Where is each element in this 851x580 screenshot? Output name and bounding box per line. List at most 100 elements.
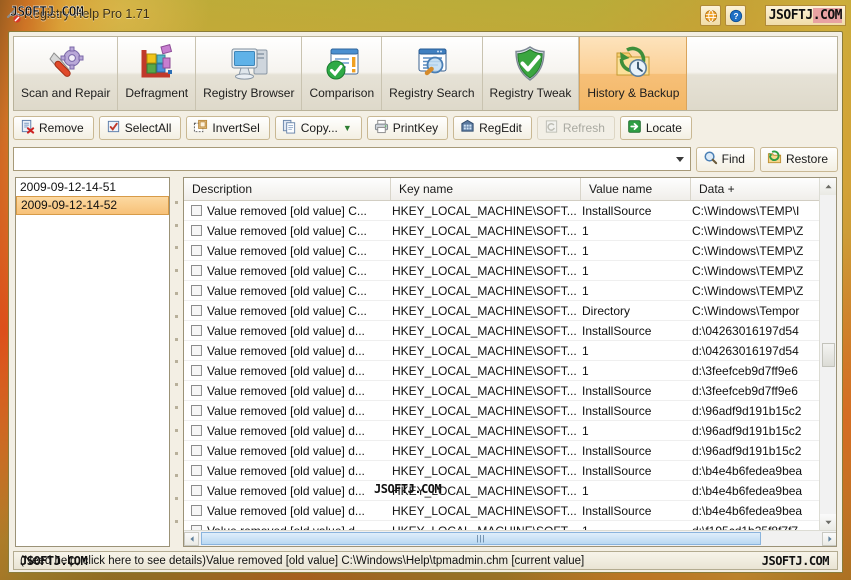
row-checkbox[interactable] <box>191 345 202 356</box>
cell-value-name: Directory <box>582 303 631 318</box>
splitter-dot <box>175 246 178 250</box>
row-checkbox[interactable] <box>191 445 202 456</box>
row-checkbox[interactable] <box>191 505 202 516</box>
find-button[interactable]: Find <box>695 146 755 172</box>
grid-horizontal-scrollbar[interactable]: ||| <box>184 530 836 546</box>
row-checkbox[interactable] <box>191 325 202 336</box>
row-checkbox[interactable] <box>191 465 202 476</box>
tab-registry-tweak[interactable]: Registry Tweak <box>483 37 580 110</box>
help-icon-button[interactable]: ? <box>725 5 746 26</box>
scroll-right-button[interactable] <box>822 531 836 546</box>
panel-splitter[interactable] <box>172 177 181 547</box>
cell-key-name: HKEY_LOCAL_MACHINE\SOFT... <box>392 503 577 518</box>
cell-key-name: HKEY_LOCAL_MACHINE\SOFT... <box>392 383 577 398</box>
splitter-dot <box>175 474 178 478</box>
history-item-selected[interactable]: 2009-09-12-14-52 <box>16 196 169 215</box>
table-row[interactable]: Value removed [old value] d... HKEY_LOCAL… <box>184 341 836 361</box>
locate-button[interactable]: Locate <box>619 115 692 140</box>
cell-description: Value removed [old value] d... <box>207 483 365 498</box>
search-input[interactable] <box>14 148 690 170</box>
chevron-down-icon[interactable] <box>675 157 684 162</box>
column-header-description[interactable]: Description <box>184 178 391 200</box>
table-row[interactable]: Value removed [old value] C... HKEY_LOCAL… <box>184 281 836 301</box>
globe-icon-button[interactable] <box>700 5 721 26</box>
vertical-scroll-thumb[interactable] <box>822 343 835 367</box>
cell-value-name: 1 <box>582 243 589 258</box>
search-combo[interactable] <box>13 147 691 171</box>
splitter-dot <box>175 451 178 455</box>
row-checkbox[interactable] <box>191 305 202 316</box>
regedit-icon <box>460 119 475 137</box>
row-checkbox[interactable] <box>191 385 202 396</box>
horizontal-scroll-thumb[interactable]: ||| <box>201 532 761 545</box>
row-checkbox[interactable] <box>191 365 202 376</box>
button-label: SelectAll <box>124 120 172 135</box>
grid-vertical-scrollbar[interactable] <box>819 178 836 531</box>
column-header-key-name[interactable]: Key name <box>391 178 581 200</box>
table-row[interactable]: Value removed [old value] d... HKEY_LOCAL… <box>184 321 836 341</box>
tab-label: History & Backup <box>587 86 680 100</box>
row-checkbox[interactable] <box>191 245 202 256</box>
table-row[interactable]: Value removed [old value] C... HKEY_LOCAL… <box>184 261 836 281</box>
table-row[interactable]: Value removed [old value] C... HKEY_LOCAL… <box>184 301 836 321</box>
select-all-button[interactable]: SelectAll <box>98 115 182 140</box>
invert-selection-button[interactable]: InvertSel <box>186 115 270 140</box>
column-header-data[interactable]: Data + <box>691 178 821 200</box>
cell-value-name: InstallSource <box>582 203 652 218</box>
status-message[interactable]: (Need help, click here to see details)Va… <box>20 555 584 567</box>
table-row[interactable]: Value removed [old value] d... HKEY_LOCAL… <box>184 441 836 461</box>
table-row[interactable]: Value removed [old value] d... HKEY_LOCAL… <box>184 381 836 401</box>
row-checkbox[interactable] <box>191 405 202 416</box>
printkey-button[interactable]: PrintKey <box>366 115 449 140</box>
cell-data: d:\b4e4b6fedea9bea <box>692 483 803 498</box>
row-checkbox[interactable] <box>191 265 202 276</box>
tab-history-and-backup[interactable]: History & Backup <box>579 37 688 110</box>
restore-button[interactable]: Restore <box>759 146 838 172</box>
table-row[interactable]: Value removed [old value] d... HKEY_LOCAL… <box>184 401 836 421</box>
row-checkbox[interactable] <box>191 225 202 236</box>
scroll-up-button[interactable] <box>820 178 836 195</box>
table-row[interactable]: Value removed [old value] d... HKEY_LOCAL… <box>184 361 836 381</box>
status-bar[interactable]: (Need help, click here to see details)Va… <box>13 551 838 570</box>
cell-data: d:\96adf9d191b15c2 <box>692 443 802 458</box>
table-row[interactable]: Value removed [old value] d... HKEY_LOCAL… <box>184 421 836 441</box>
cell-key-name: HKEY_LOCAL_MACHINE\SOFT... <box>392 483 577 498</box>
cell-data: d:\3feefceb9d7ff9e6 <box>692 363 798 378</box>
row-checkbox[interactable] <box>191 285 202 296</box>
remove-button[interactable]: Remove <box>13 115 94 140</box>
table-row[interactable]: Value removed [old value] d... HKEY_LOCAL… <box>184 461 836 481</box>
history-item[interactable]: 2009-09-12-14-51 <box>16 178 169 196</box>
cell-data: d:\04263016197d54 <box>692 323 799 338</box>
copy-button[interactable]: Copy... ▼ <box>274 115 362 140</box>
cell-key-name: HKEY_LOCAL_MACHINE\SOFT... <box>392 303 577 318</box>
cell-value-name: 1 <box>582 483 589 498</box>
row-checkbox[interactable] <box>191 425 202 436</box>
table-row[interactable]: Value removed [old value] C... HKEY_LOCAL… <box>184 241 836 261</box>
tab-defragment[interactable]: Defragment <box>118 37 197 110</box>
cell-data: d:\b4e4b6fedea9bea <box>692 503 803 518</box>
scroll-down-button[interactable] <box>820 514 836 531</box>
cell-value-name: 1 <box>582 263 589 278</box>
table-row[interactable]: Value removed [old value] C... HKEY_LOCAL… <box>184 201 836 221</box>
table-row[interactable]: Value removed [old value] d... HKEY_LOCAL… <box>184 501 836 521</box>
grid-body: Value removed [old value] C... HKEY_LOCAL… <box>184 201 836 541</box>
tab-registry-search[interactable]: Registry Search <box>382 37 483 110</box>
column-header-value-name[interactable]: Value name <box>581 178 691 200</box>
cell-value-name: InstallSource <box>582 403 652 418</box>
chevron-down-icon[interactable]: ▼ <box>343 123 352 133</box>
tab-comparison[interactable]: Comparison <box>302 37 383 110</box>
cell-description: Value removed [old value] d... <box>207 323 365 338</box>
scroll-left-button[interactable] <box>184 531 199 546</box>
changes-grid[interactable]: Description Key name Value name Data + V… <box>183 177 837 547</box>
tab-registry-browser[interactable]: Registry Browser <box>196 37 303 110</box>
history-list[interactable]: 2009-09-12-14-51 2009-09-12-14-52 <box>15 177 170 547</box>
table-row[interactable]: Value removed [old value] C... HKEY_LOCAL… <box>184 221 836 241</box>
row-checkbox[interactable] <box>191 205 202 216</box>
tab-scan-and-repair[interactable]: Scan and Repair <box>14 37 119 110</box>
regedit-button[interactable]: RegEdit <box>453 115 532 140</box>
button-label: Refresh <box>562 120 605 135</box>
table-row[interactable]: Value removed [old value] d... HKEY_LOCAL… <box>184 481 836 501</box>
select-all-icon <box>106 119 121 137</box>
splitter-dot <box>175 497 178 501</box>
row-checkbox[interactable] <box>191 485 202 496</box>
